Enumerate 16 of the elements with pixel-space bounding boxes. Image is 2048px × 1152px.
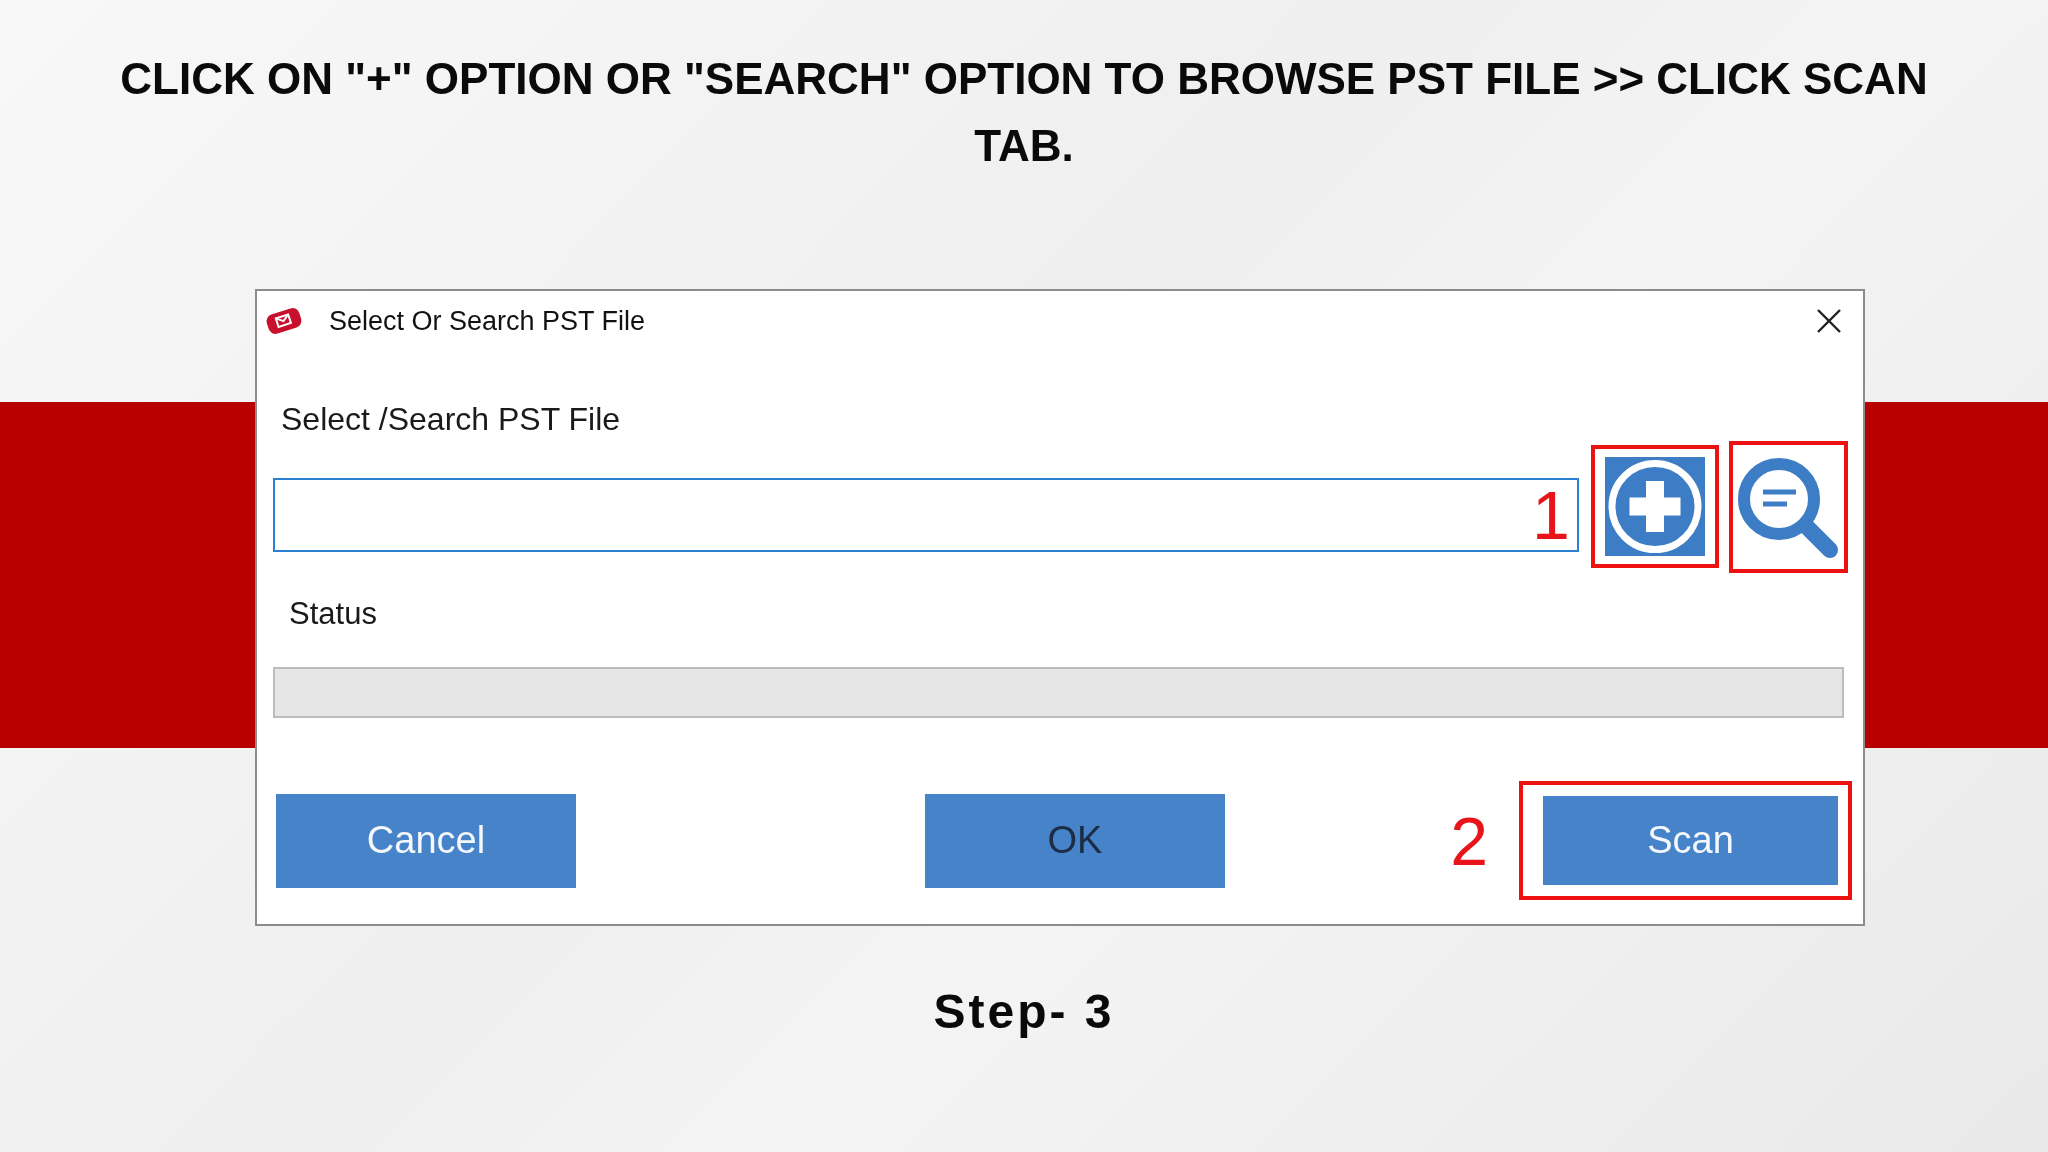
- dialog-button[interactable]: Scan: [1543, 796, 1838, 885]
- file-path-field[interactable]: [273, 478, 1579, 552]
- status-label: Status: [289, 595, 377, 633]
- field-label: Select /Search PST File: [281, 400, 621, 439]
- instruction-heading: CLICK ON "+" OPTION OR "SEARCH" OPTION TO BROWSE PST FILE >> CLICK SCAN TAB.: [119, 53, 1929, 172]
- close-button[interactable]: [1815, 307, 1843, 335]
- plus-circle-icon: [1605, 457, 1705, 556]
- search-file-button[interactable]: [1735, 455, 1839, 559]
- dialog-button[interactable]: Cancel: [276, 793, 576, 888]
- step-number: 2: [1450, 806, 1488, 875]
- add-file-button[interactable]: [1605, 457, 1705, 556]
- search-icon: [1735, 455, 1839, 559]
- dialog-title: Select Or Search PST File: [329, 305, 646, 337]
- step-caption: Step- 3: [933, 984, 1115, 1040]
- step-number: 1: [1532, 481, 1570, 549]
- close-icon: [1816, 308, 1842, 334]
